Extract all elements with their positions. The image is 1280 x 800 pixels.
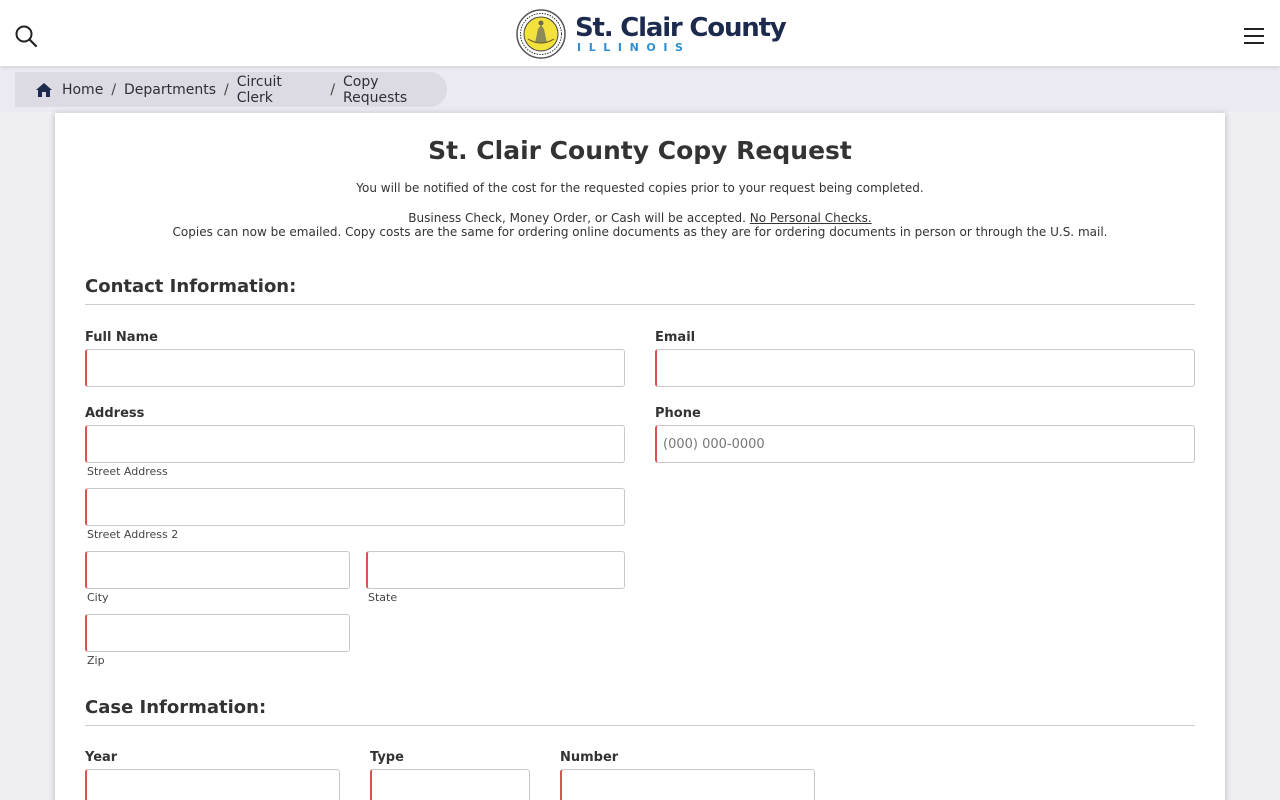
state-input[interactable]: [366, 551, 625, 589]
contact-info-heading: Contact Information:: [85, 276, 1195, 305]
street-address-2-input[interactable]: [85, 488, 625, 526]
full-name-input[interactable]: [85, 349, 625, 387]
number-label: Number: [560, 750, 619, 765]
year-input[interactable]: [85, 769, 340, 800]
number-input[interactable]: [560, 769, 815, 800]
street-address-2-sublabel: Street Address 2: [87, 528, 179, 541]
site-logo[interactable]: St. Clair County ILLINOIS: [516, 9, 787, 59]
breadcrumb-home[interactable]: Home: [62, 82, 103, 98]
no-personal-checks-link[interactable]: No Personal Checks.: [750, 211, 872, 225]
email-label: Email: [655, 330, 696, 345]
address-label: Address: [85, 406, 145, 421]
email-input[interactable]: [655, 349, 1195, 387]
street-address-sublabel: Street Address: [87, 465, 168, 478]
breadcrumb-separator: /: [330, 81, 336, 98]
phone-label: Phone: [655, 406, 701, 421]
brand-text: St. Clair County ILLINOIS: [575, 12, 787, 54]
phone-input[interactable]: [655, 425, 1195, 463]
brand-state: ILLINOIS: [577, 40, 691, 54]
breadcrumb-separator: /: [111, 81, 117, 98]
top-navbar: St. Clair County ILLINOIS: [0, 0, 1280, 66]
type-input[interactable]: [370, 769, 530, 800]
city-input[interactable]: [85, 551, 350, 589]
state-sublabel: State: [368, 591, 398, 604]
home-icon[interactable]: [35, 82, 53, 98]
breadcrumb-circuit-clerk[interactable]: Circuit Clerk: [237, 74, 323, 106]
payment-notice: Business Check, Money Order, or Cash wil…: [55, 211, 1225, 225]
year-label: Year: [85, 750, 118, 765]
brand-name: St. Clair County: [575, 12, 787, 43]
breadcrumb: Home / Departments / Circuit Clerk / Cop…: [15, 72, 447, 107]
copy-request-form-card: St. Clair County Copy Request You will b…: [55, 113, 1225, 800]
payment-text: Business Check, Money Order, or Cash wil…: [408, 211, 746, 225]
page-title: St. Clair County Copy Request: [428, 136, 852, 165]
county-seal-icon: [516, 9, 566, 59]
zip-sublabel: Zip: [87, 654, 105, 667]
zip-input[interactable]: [85, 614, 350, 652]
search-icon[interactable]: [14, 24, 38, 48]
breadcrumb-departments[interactable]: Departments: [124, 82, 216, 98]
street-address-input[interactable]: [85, 425, 625, 463]
breadcrumb-current-copy-requests: Copy Requests: [343, 73, 408, 106]
city-sublabel: City: [87, 591, 109, 604]
hamburger-menu-icon[interactable]: [1242, 26, 1266, 46]
type-label: Type: [370, 750, 404, 765]
case-info-heading: Case Information:: [85, 697, 1195, 726]
email-copies-notice: Copies can now be emailed. Copy costs ar…: [172, 225, 1108, 239]
cost-notice: You will be notified of the cost for the…: [356, 181, 924, 195]
breadcrumb-separator: /: [224, 81, 229, 98]
full-name-label: Full Name: [85, 330, 158, 345]
